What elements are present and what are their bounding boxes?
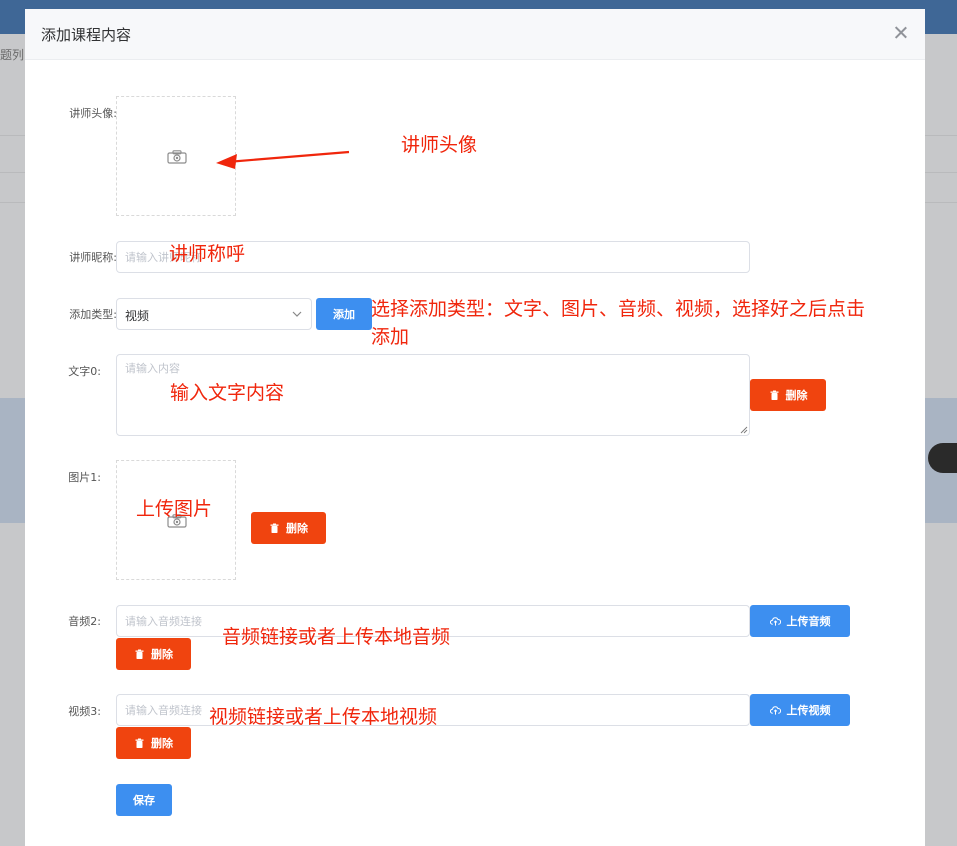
delete-text-button-label: 删除: [785, 389, 808, 402]
avatar-label: 讲师头像:: [69, 107, 117, 120]
type-label: 添加类型:: [69, 308, 117, 321]
dialog-header: 添加课程内容: [25, 9, 925, 60]
add-type-button-label: 添加: [333, 308, 355, 321]
trash-icon: [135, 649, 144, 659]
annotation-text: 输入文字内容: [170, 382, 285, 404]
text-item-label: 文字0:: [68, 365, 101, 378]
nickname-label: 讲师昵称:: [69, 251, 117, 264]
audio-item-label: 音频2:: [68, 615, 101, 628]
trash-icon: [135, 738, 144, 748]
type-select[interactable]: 视频: [116, 298, 312, 330]
annotation-video: 视频链接或者上传本地视频: [209, 706, 438, 728]
annotation-arrow-icon: [216, 150, 350, 169]
background-shape: [928, 443, 957, 473]
save-button-label: 保存: [133, 794, 155, 807]
save-button[interactable]: 保存: [116, 784, 172, 816]
annotation-image: 上传图片: [136, 498, 213, 520]
camera-icon: [167, 150, 187, 164]
delete-video-button-label: 删除: [151, 737, 173, 750]
trash-icon: [770, 390, 778, 400]
upload-audio-button[interactable]: 上传音频: [750, 605, 850, 637]
annotation-avatar: 讲师头像: [401, 134, 478, 156]
annotation-type-line2: 添加: [371, 326, 410, 348]
type-select-value: 视频: [125, 309, 150, 323]
cloud-upload-icon: [769, 616, 781, 626]
delete-video-button[interactable]: 删除: [116, 727, 191, 759]
annotation-type-line1: 选择添加类型：文字、图片、音频、视频，选择好之后点击: [371, 298, 866, 320]
delete-audio-button[interactable]: 删除: [116, 638, 191, 670]
close-icon[interactable]: [891, 23, 911, 43]
annotation-nickname: 讲师称呼: [169, 243, 246, 265]
upload-video-button-label: 上传视频: [786, 704, 831, 717]
delete-audio-button-label: 删除: [151, 648, 173, 661]
dialog-title: 添加课程内容: [41, 26, 132, 44]
add-type-button[interactable]: 添加: [316, 298, 372, 330]
cloud-upload-icon: [769, 705, 781, 715]
delete-image-button[interactable]: 删除: [251, 512, 326, 544]
image-item-label: 图片1:: [68, 471, 101, 484]
resize-handle-icon[interactable]: [740, 426, 748, 434]
chevron-down-icon: [292, 311, 302, 317]
video-item-label: 视频3:: [68, 705, 101, 718]
delete-image-button-label: 删除: [286, 522, 308, 535]
background-partial-text: 题列: [0, 48, 25, 62]
trash-icon: [270, 523, 279, 533]
annotation-audio: 音频链接或者上传本地音频: [222, 626, 451, 648]
upload-audio-button-label: 上传音频: [786, 615, 831, 628]
delete-text-button[interactable]: 删除: [750, 379, 826, 411]
upload-video-button[interactable]: 上传视频: [750, 694, 850, 726]
